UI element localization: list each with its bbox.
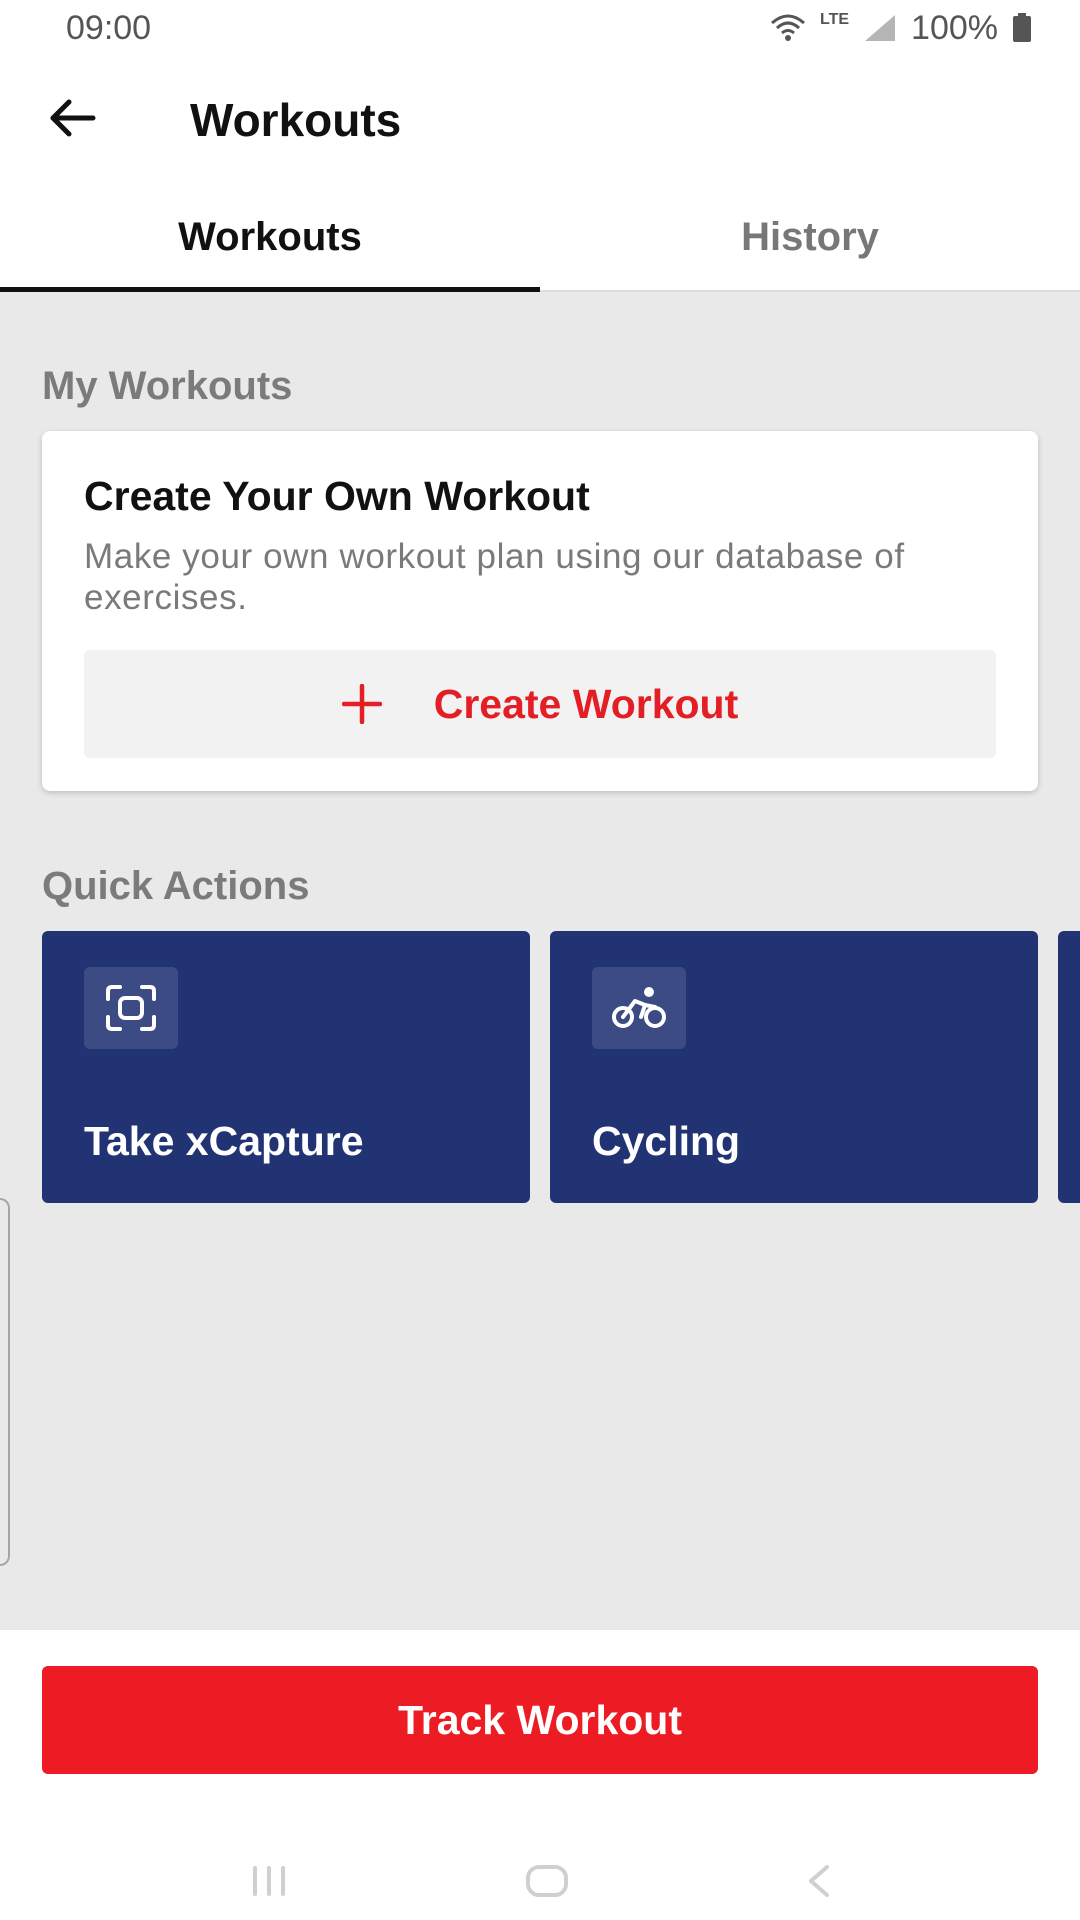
battery-percent: 100% [911,8,998,47]
scan-frame-icon [84,967,178,1049]
recent-apps-icon[interactable] [247,1864,291,1898]
signal-icon [863,13,897,43]
home-icon[interactable] [524,1863,570,1899]
tab-history[interactable]: History [540,184,1080,290]
arrow-left-icon [49,98,97,143]
network-type: LTE [820,11,850,28]
my-workouts-heading: My Workouts [42,364,293,408]
card-description: Make your own workout plan using our dat… [84,537,905,617]
create-workout-label: Create Workout [433,680,739,727]
quick-action-take-xcapture[interactable]: Take xCapture [42,931,530,1203]
back-button[interactable] [18,65,128,175]
status-time: 09:00 [66,8,152,47]
system-nav-bar [0,1842,1080,1920]
track-workout-button[interactable]: Track Workout [42,1666,1038,1774]
quick-actions-heading: Quick Actions [42,864,310,908]
quick-action-cycling[interactable]: Cycling [550,931,1038,1203]
status-bar: 09:00 LTE 100% [0,0,1080,56]
quick-action-label: Cycling [592,1118,741,1164]
create-workout-button[interactable]: Create Workout [84,650,996,758]
tab-bar: Workouts History [0,184,1080,292]
battery-icon [1012,13,1032,43]
bottom-panel: Track Workout [0,1630,1080,1920]
cyclist-icon [592,967,686,1049]
app-bar: Workouts [0,56,1080,184]
tab-workouts[interactable]: Workouts [0,184,540,292]
card-title: Create Your Own Workout [84,473,590,519]
quick-action-label: Take xCapture [84,1118,364,1164]
status-icons: LTE 100% [770,9,1032,48]
back-nav-icon[interactable] [803,1863,833,1899]
page-title: Workouts [190,94,402,146]
edge-panel-handle[interactable] [0,1198,10,1566]
create-workout-card: Create Your Own Workout Make your own wo… [42,431,1038,791]
wifi-icon [770,13,806,43]
plus-icon [341,684,382,724]
quick-action-next-peek[interactable] [1058,931,1080,1203]
